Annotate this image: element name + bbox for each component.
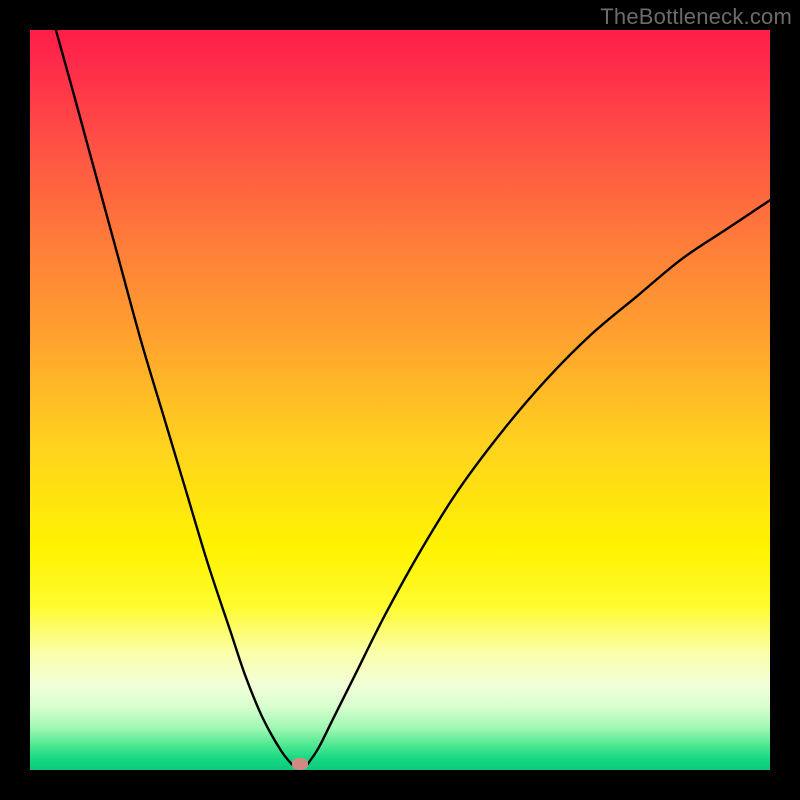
minimum-marker xyxy=(292,758,308,770)
watermark-text: TheBottleneck.com xyxy=(600,4,792,30)
plot-area xyxy=(30,30,770,770)
bottleneck-curve xyxy=(30,30,770,770)
chart-frame: TheBottleneck.com xyxy=(0,0,800,800)
